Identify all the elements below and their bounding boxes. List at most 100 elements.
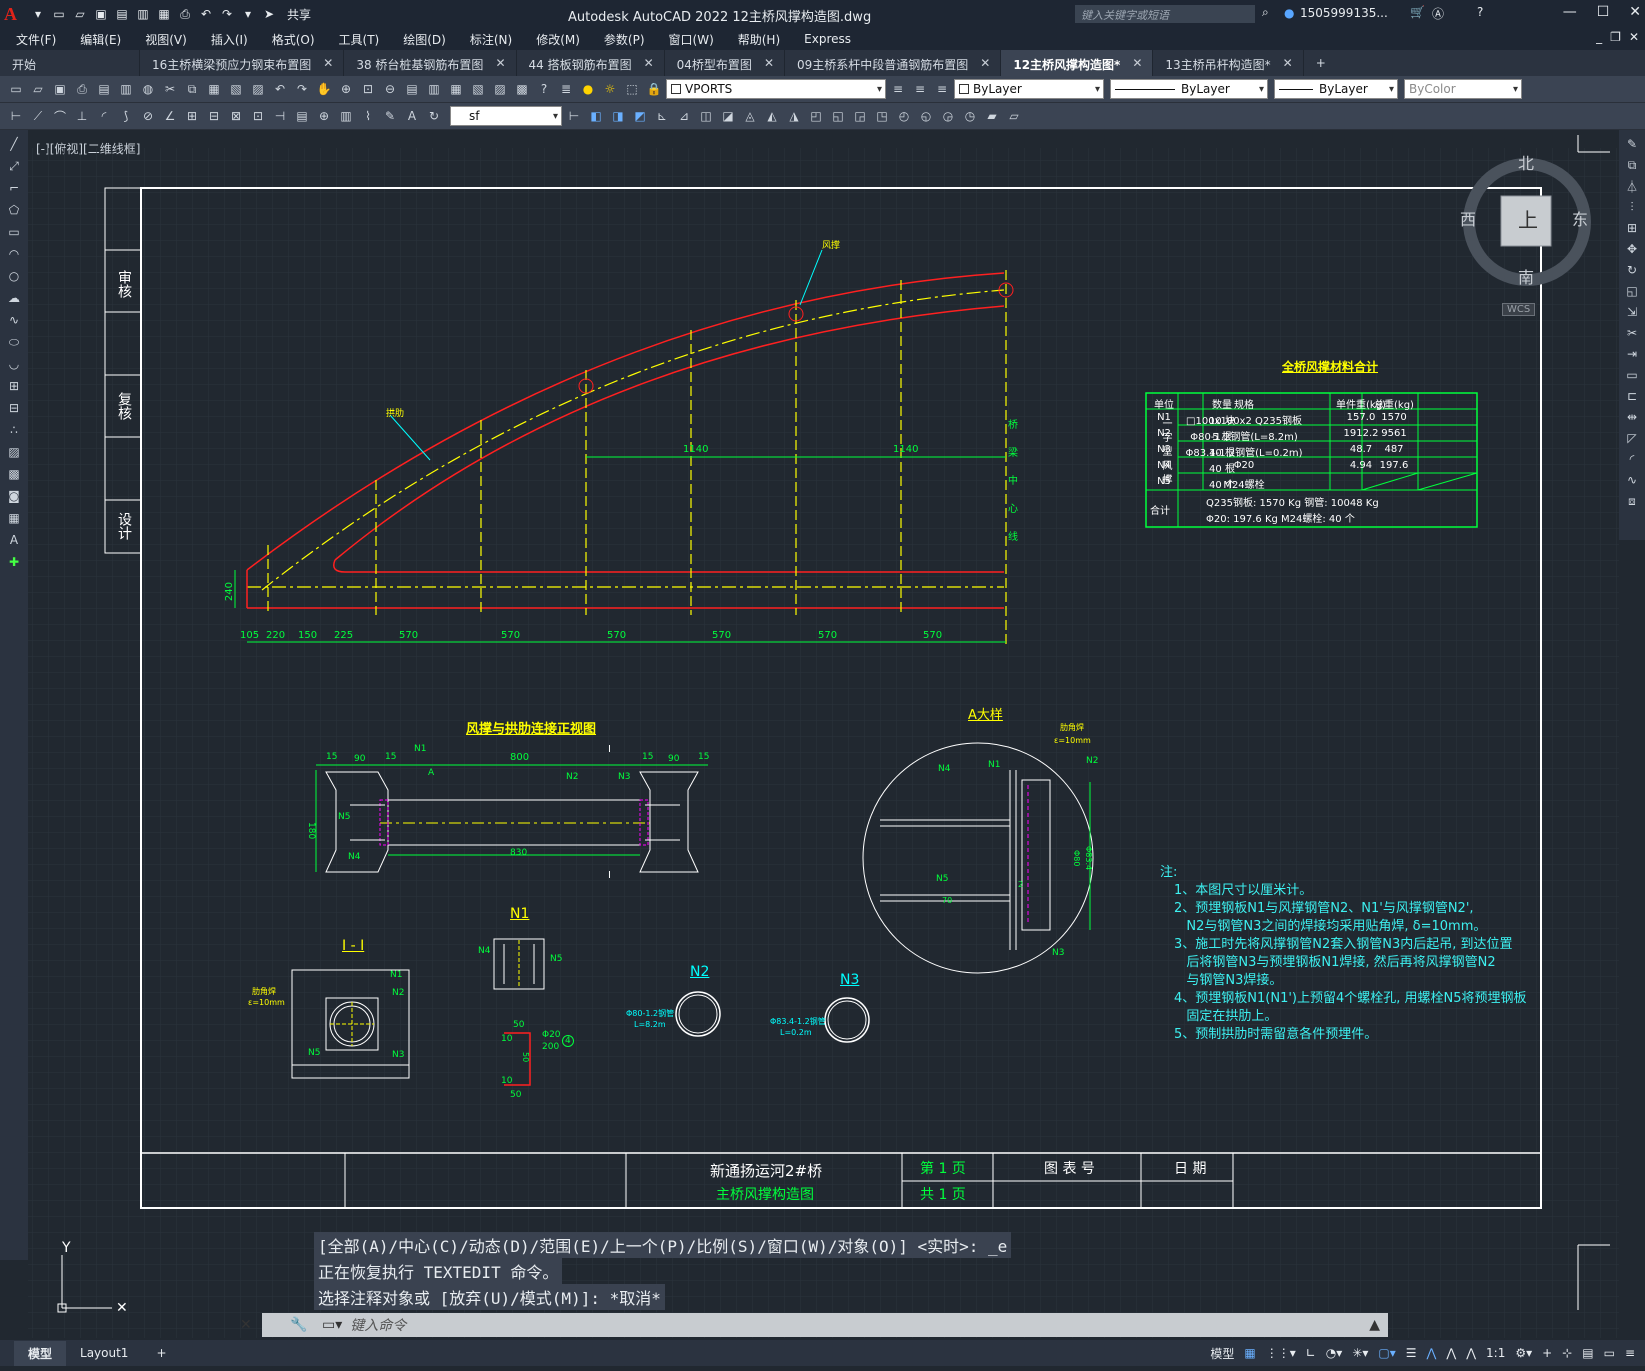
osnap-icon[interactable]: ▢▾ [1378,1346,1395,1360]
detail-a-title: A大样 [968,708,1003,723]
table-total-line: Q235钢板: 1570 Kg 钢管: 10048 Kg [1206,498,1379,509]
centerline-char: 桥 [1008,420,1018,431]
wcs-menu[interactable]: WCS [1502,303,1536,316]
compass-south[interactable]: 南 [1518,264,1534,288]
a-tag-n5: N5 [936,874,949,884]
compass-east[interactable]: 东 [1572,206,1588,230]
chart-number-label: 图 表 号 [1044,1161,1095,1177]
compass-west[interactable]: 西 [1460,206,1476,230]
n3-spec: Φ83.4-1.2钢管 [770,1017,826,1026]
n1-title: N1 [510,906,530,922]
command-input[interactable]: 键入命令 [350,1315,406,1335]
annotation-visibility-icon[interactable]: ⋀ [1427,1346,1437,1360]
scroll-up-icon[interactable]: ▲ [1369,1317,1380,1333]
dim-15: 15 [326,752,338,762]
n1-tag-n5: N5 [550,954,563,964]
command-close-icon[interactable]: ✕ [240,1317,252,1333]
table-group-label: 一字型风撑 [1160,418,1171,488]
command-line[interactable]: ✕ 🔧 ▭▾ 键入命令 ▲ [240,1313,1388,1337]
polar-icon[interactable]: ◔▾ [1326,1346,1343,1360]
viewcube-top-label[interactable]: 上 [1518,204,1538,233]
scale-value[interactable]: 1:1 [1486,1346,1505,1360]
tab-layout1[interactable]: Layout1 [66,1342,142,1364]
dim-15: 15 [698,752,710,762]
clean-screen-icon[interactable]: ▭ [1604,1346,1615,1360]
table-cell: Φ20 [1233,460,1255,471]
weld-thickness: ε=10mm [248,998,285,1007]
drawing-canvas [28,135,1619,1338]
note-line: 1、本图尺寸以厘米计。 [1174,883,1313,898]
dim-15: 15 [642,752,654,762]
table-title: 全桥风撑材料合计 [1282,360,1379,374]
autocad-window: A ▾ ▭ ▱ ▣ ▤ ▥ ▦ ⎙ ↶ ↷ ▾ ➤ 共享 Autodesk Au… [0,0,1645,1371]
ortho-icon[interactable]: ∟ [1306,1346,1316,1360]
bolt-dim-200: 200 [542,1042,560,1052]
customization-icon[interactable]: ≡ [1625,1346,1635,1360]
recent-commands-icon[interactable]: ▭▾ [322,1317,342,1333]
n2-title: N2 [690,964,710,980]
table-cell: 5 根 [1212,432,1232,443]
a-tag-n2: N2 [1086,756,1099,766]
table-header: 数量 [1212,400,1232,411]
dim-bottom: 220 [266,630,286,641]
tag-n3: N3 [618,772,631,782]
compass-north[interactable]: 北 [1518,150,1534,174]
note-line: 4、预埋钢板N1(N1')上预留4个螺栓孔, 用螺栓N5将预埋钢板 [1174,991,1527,1006]
tag-n2: N2 [566,772,579,782]
bolt-dim-10: 10 [501,1034,513,1044]
model-space-button[interactable]: 模型 [1210,1345,1234,1362]
bolt-tag-4: 4 [562,1035,574,1047]
add-layout-button[interactable]: + [142,1342,180,1364]
bolt-dim-50-b: 50 [510,1090,522,1100]
units-icon[interactable]: ⊹ [1562,1346,1572,1360]
note-line: 与钢管N3焊接。 [1174,973,1283,988]
weld-label: 肋角焊 [252,987,276,996]
cut-mark-i-bottom: I [608,870,611,881]
note-line: 2、预埋钢板N1与风撑钢管N2、N1'与风撑钢管N2', [1174,901,1474,916]
a-dim-80: Φ80 [1072,850,1081,867]
centerline-char: 梁 [1008,448,1018,459]
sig-audit: 审核 [116,270,132,298]
centerline-label: 桥 梁 中 心 线 [1008,412,1022,552]
tag-a: A [428,768,435,778]
table-total-line: Φ20: 197.6 Kg M24螺栓: 40 个 [1206,514,1355,525]
tab-model[interactable]: 模型 [14,1340,67,1366]
table-cell: 9561 [1381,428,1407,439]
date-label: 日 期 [1174,1161,1207,1177]
workspace-icon[interactable]: ⚙▾ [1515,1346,1532,1360]
a-tag-2: 2 [1018,880,1024,889]
table-cell: 10 根 [1209,448,1235,459]
page-total: 共 1 页 [920,1187,966,1203]
dim-15: 15 [385,752,397,762]
tag-n4: N4 [348,852,361,862]
notes-block: 注: 1、本图尺寸以厘米计。 2、预埋钢板N1与风撑钢管N2、N1'与风撑钢管N2'… [1160,864,1527,1044]
customize-icon[interactable]: 🔧 [290,1317,307,1333]
annotation-scale-icon[interactable]: ⋀ [1466,1346,1476,1360]
dim-90: 90 [668,754,680,764]
detail-view-title: 风撑与拱肋连接正视图 [466,722,597,737]
sec-n3: N3 [392,1050,405,1060]
table-header: 规格 [1234,400,1254,411]
centerline-char: 线 [1008,532,1018,543]
add-icon[interactable]: + [1542,1346,1552,1360]
tag-n1: N1 [414,744,427,754]
label-arch-rib: 拱肋 [386,409,405,419]
dim-bottom: 570 [399,630,419,641]
quick-props-icon[interactable]: ▤ [1582,1346,1593,1360]
grid-icon[interactable]: ▦ [1244,1346,1255,1360]
table-total-label: 合计 [1150,506,1170,517]
isodraft-icon[interactable]: ✳▾ [1352,1346,1368,1360]
a-weld-thickness: ε=10mm [1054,736,1091,745]
table-header: 单位 [1154,400,1174,411]
bolt-dim-50: 50 [513,1020,525,1030]
snap-icon[interactable]: ⋮⋮▾ [1266,1346,1296,1360]
table-cell: M24螺栓 [1223,480,1265,491]
page-number: 第 1 页 [920,1161,966,1177]
lineweight-icon[interactable]: ☰ [1406,1346,1417,1360]
auto-scale-icon[interactable]: ⋀ [1446,1346,1456,1360]
dim-1140-b: 1140 [893,444,919,455]
dim-bottom: 105 [240,630,260,641]
section-title: I - I [342,938,365,954]
table-cell: 40 个 [1209,480,1235,491]
status-bar: 模型 ▦ ⋮⋮▾ ∟ ◔▾ ✳▾ ▢▾ ☰ ⋀ ⋀ ⋀ 1:1 ⚙▾ + ⊹ ▤… [1210,1340,1645,1366]
